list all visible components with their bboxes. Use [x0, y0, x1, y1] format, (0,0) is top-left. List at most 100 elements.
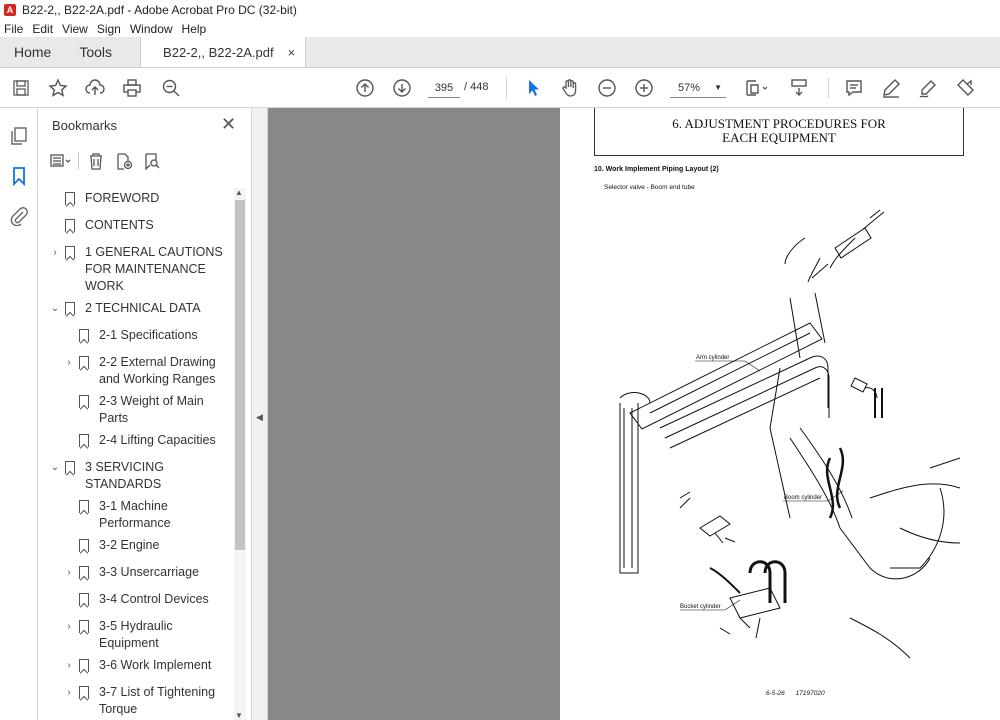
page-header-line1: 6. ADJUSTMENT PROCEDURES FOR: [672, 116, 886, 131]
arm-cylinder-label: Arm cylinder: [696, 355, 729, 361]
previous-page-icon[interactable]: [354, 77, 376, 99]
next-page-icon[interactable]: [391, 77, 413, 99]
chevron-down-icon[interactable]: ⌄: [49, 459, 61, 476]
bookmark-label: 2-3 Weight of Main Parts: [99, 394, 204, 425]
bookmark-label: 3-5 Hydraulic Equipment: [99, 619, 173, 650]
toolbar-divider: [78, 152, 79, 170]
bookmark-undercarriage[interactable]: › 3-3 Unsercarriage: [63, 564, 199, 581]
navigation-rail: [0, 108, 38, 720]
bookmark-servicing-standards[interactable]: ⌄ 3 SERVICING STANDARDS: [49, 459, 164, 493]
new-bookmark-icon[interactable]: [113, 151, 135, 171]
bookmark-label: 2-4 Lifting Capacities: [99, 433, 216, 447]
bookmark-icon: [65, 192, 75, 205]
bookmark-contents[interactable]: CONTENTS: [49, 217, 154, 234]
bookmark-label: 3-3 Unsercarriage: [99, 565, 200, 579]
menu-window[interactable]: Window: [130, 22, 173, 36]
highlight-pen-icon[interactable]: [880, 77, 902, 99]
page-fit-icon[interactable]: [742, 77, 772, 99]
fill-sign-icon[interactable]: [917, 77, 939, 99]
delete-trash-icon[interactable]: [85, 151, 107, 171]
bookmark-icon: [65, 302, 75, 315]
bookmark-icon: [79, 593, 89, 606]
attachments-paperclip-icon[interactable]: [9, 206, 29, 227]
document-viewport[interactable]: 6. ADJUSTMENT PROCEDURES FOR EACH EQUIPM…: [268, 108, 1000, 720]
page-number-input[interactable]: [428, 78, 460, 98]
page-header-box: 6. ADJUSTMENT PROCEDURES FOR EACH EQUIPM…: [594, 108, 964, 156]
bookmarks-icon[interactable]: [9, 166, 29, 187]
options-menu-icon[interactable]: [50, 151, 72, 171]
zoom-out-icon[interactable]: [596, 77, 618, 99]
bookmark-foreword[interactable]: FOREWORD: [49, 190, 159, 207]
bookmark-general-cautions[interactable]: › 1 GENERAL CAUTIONS FOR MAINTENANCE WOR…: [49, 244, 223, 295]
menu-edit[interactable]: Edit: [32, 22, 53, 36]
page-header-line2: EACH EQUIPMENT: [722, 130, 836, 145]
page-thumbnails-icon[interactable]: [9, 126, 29, 146]
bookmarks-scrollbar[interactable]: ▲ ▼: [234, 188, 246, 720]
chevron-right-icon[interactable]: ›: [63, 657, 75, 674]
collapse-arrow-icon[interactable]: ◀: [256, 412, 263, 423]
chevron-down-icon[interactable]: ⌄: [49, 300, 61, 317]
bookmark-label: 3-2 Engine: [99, 538, 160, 552]
zoom-out-magnifier-icon[interactable]: [160, 77, 182, 99]
bookmark-icon: [79, 539, 89, 552]
scrolling-mode-icon[interactable]: [788, 77, 810, 99]
bookmark-technical-data[interactable]: ⌄ 2 TECHNICAL DATA: [49, 300, 201, 317]
menu-sign[interactable]: Sign: [97, 22, 121, 36]
menu-help[interactable]: Help: [182, 22, 207, 36]
bucket-cylinder-label: Bucket cylinder: [680, 604, 721, 610]
page-footer-number: 6-5-26: [766, 690, 785, 697]
bookmark-label: 2-1 Specifications: [99, 328, 198, 342]
pdf-app-icon: A: [4, 4, 16, 16]
bookmark-external-drawing[interactable]: › 2-2 External Drawing and Working Range…: [63, 354, 215, 388]
bookmark-specifications[interactable]: 2-1 Specifications: [63, 327, 198, 344]
bookmark-control-devices[interactable]: 3-4 Control Devices: [63, 591, 209, 608]
chevron-right-icon[interactable]: ›: [49, 244, 61, 261]
share-tag-icon[interactable]: [954, 77, 976, 99]
tab-document[interactable]: B22-2,, B22-2A.pdf ×: [140, 37, 307, 67]
menu-file[interactable]: File: [4, 22, 23, 36]
cloud-upload-icon[interactable]: [84, 77, 106, 99]
bookmark-hydraulic-equipment[interactable]: › 3-5 Hydraulic Equipment: [63, 618, 173, 652]
tab-close-button[interactable]: ×: [288, 45, 296, 60]
page-footer-code: 17197020: [795, 690, 825, 697]
bookmark-machine-performance[interactable]: 3-1 Machine Performance: [63, 498, 171, 532]
bookmark-icon: [79, 395, 89, 408]
bookmarks-toolbar: [50, 150, 169, 172]
select-cursor-icon[interactable]: [522, 77, 544, 99]
tab-home[interactable]: Home: [0, 37, 65, 67]
zoom-level-dropdown[interactable]: 57% ▼: [670, 78, 726, 98]
chevron-right-icon[interactable]: ›: [63, 684, 75, 701]
tab-row: Home Tools B22-2,, B22-2A.pdf ×: [0, 37, 1000, 68]
tab-document-label: B22-2,, B22-2A.pdf: [163, 44, 274, 60]
piping-layout-drawing: Arm cylinder Boom cylinder Bucket cylind…: [619, 209, 961, 659]
page-section-subheading: Selector valve - Boom end tube: [604, 184, 695, 191]
close-panel-button[interactable]: ✕: [221, 114, 236, 135]
panel-collapse-handle[interactable]: ◀: [252, 108, 268, 720]
bookmark-icon: [65, 219, 75, 232]
menu-view[interactable]: View: [62, 22, 88, 36]
chevron-right-icon[interactable]: ›: [63, 354, 75, 371]
zoom-in-icon[interactable]: [633, 77, 655, 99]
toolbar-divider: [828, 78, 829, 98]
tab-tools[interactable]: Tools: [65, 37, 126, 67]
bookmark-lifting-capacities[interactable]: 2-4 Lifting Capacities: [63, 432, 216, 449]
scroll-up-arrow-icon[interactable]: ▲: [235, 188, 243, 197]
bookmark-label: 3-6 Work Implement: [99, 658, 212, 672]
bookmark-label: 1 GENERAL CAUTIONS FOR MAINTENANCE WORK: [85, 245, 223, 293]
window-title: B22-2,, B22-2A.pdf - Adobe Acrobat Pro D…: [22, 3, 297, 17]
chevron-right-icon[interactable]: ›: [63, 618, 75, 635]
chevron-right-icon[interactable]: ›: [63, 564, 75, 581]
bookmark-icon: [79, 329, 89, 342]
scrollbar-thumb[interactable]: [235, 200, 245, 550]
bookmark-engine[interactable]: 3-2 Engine: [63, 537, 159, 554]
comment-icon[interactable]: [843, 77, 865, 99]
bookmark-work-implement[interactable]: › 3-6 Work Implement: [63, 657, 211, 674]
hand-tool-icon[interactable]: [559, 77, 581, 99]
star-icon[interactable]: [47, 77, 69, 99]
scroll-down-arrow-icon[interactable]: ▼: [235, 711, 243, 720]
bookmark-weight-main-parts[interactable]: 2-3 Weight of Main Parts: [63, 393, 204, 427]
find-bookmark-icon[interactable]: [141, 151, 163, 171]
save-icon[interactable]: [10, 77, 32, 99]
bookmark-tightening-torque[interactable]: › 3-7 List of Tightening Torque: [63, 684, 215, 718]
print-icon[interactable]: [121, 77, 143, 99]
